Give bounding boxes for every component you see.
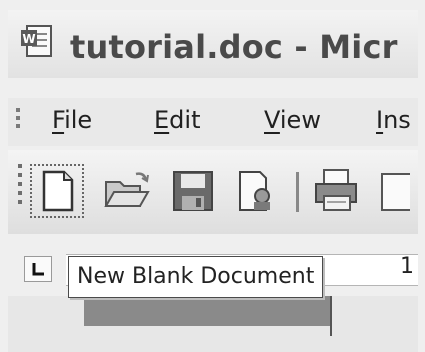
menu-file-accelerator: F — [52, 106, 65, 134]
page-margin-shade — [84, 296, 330, 326]
menu-insert-label: ns — [383, 106, 411, 134]
save-disk-icon — [173, 171, 213, 211]
open-folder-icon — [104, 172, 150, 207]
menu-file-label: ile — [64, 106, 93, 134]
print-button[interactable] — [312, 166, 362, 216]
menu-insert[interactable]: Ins — [376, 106, 411, 134]
toolbar-grip-handle[interactable] — [18, 164, 23, 220]
menu-bar: File Edit View Ins — [8, 98, 418, 146]
menu-edit-label: dit — [169, 106, 201, 134]
title-bar: W tutorial.doc - Micr — [8, 10, 418, 78]
open-button[interactable] — [102, 166, 152, 216]
word-window: W tutorial.doc - Micr File Edit View Ins — [0, 0, 425, 352]
menu-view[interactable]: View — [264, 106, 321, 134]
toolbar-separator — [296, 172, 299, 212]
new-blank-document-icon — [42, 170, 74, 212]
new-blank-document-button[interactable] — [30, 164, 84, 218]
save-button[interactable] — [168, 166, 218, 216]
print-preview-button[interactable] — [374, 166, 410, 216]
print-icon — [315, 169, 357, 211]
ruler-number: 1 — [400, 254, 414, 279]
menu-edit[interactable]: Edit — [154, 106, 200, 134]
window-title: tutorial.doc - Micr — [70, 28, 398, 66]
menu-file[interactable]: File — [52, 106, 92, 134]
left-tab-icon — [32, 263, 44, 276]
svg-text:W: W — [22, 32, 35, 46]
menu-view-label: iew — [279, 106, 321, 134]
menu-view-accelerator: V — [264, 106, 280, 134]
document-page-icon — [381, 173, 410, 211]
word-document-icon[interactable]: W — [20, 24, 54, 58]
menu-grip-handle[interactable] — [16, 108, 21, 134]
permission-icon — [239, 171, 270, 211]
menu-edit-accelerator: E — [154, 106, 170, 134]
permission-button[interactable] — [230, 166, 280, 216]
tooltip: New Blank Document — [68, 256, 324, 298]
tab-selector[interactable] — [24, 256, 52, 282]
standard-toolbar — [8, 150, 418, 234]
page-edge — [330, 296, 332, 336]
